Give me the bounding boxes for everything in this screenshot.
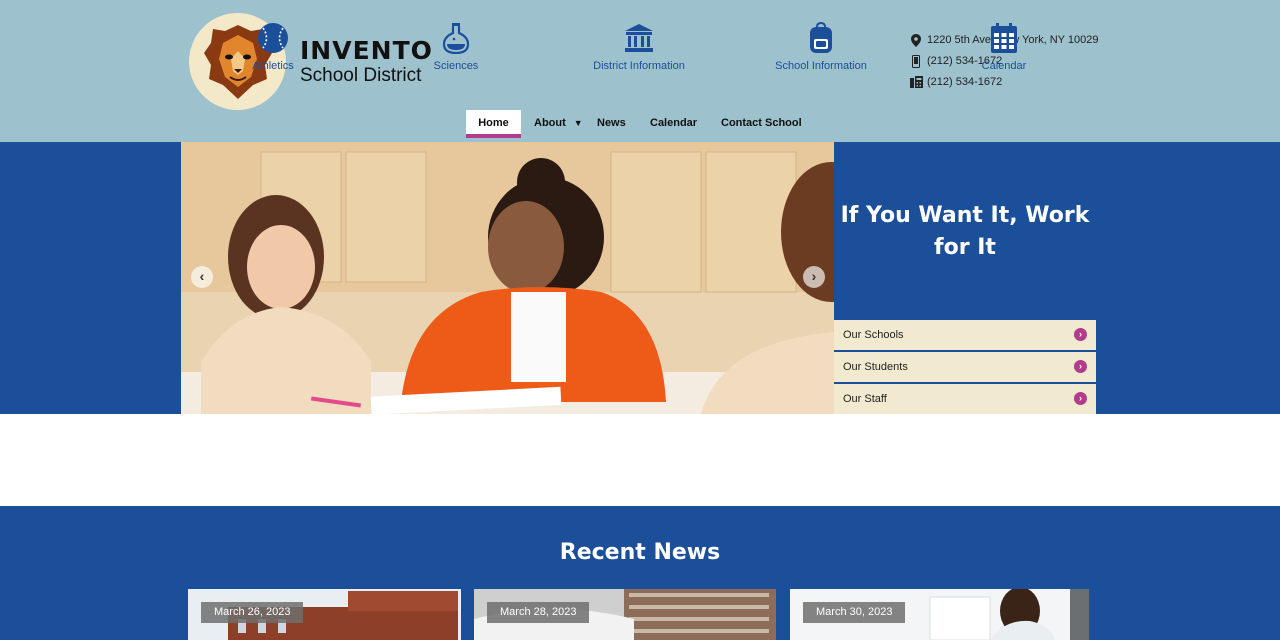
quick-icon-athletics[interactable]: Athletics: [203, 22, 343, 72]
chevron-down-icon: ▼: [573, 118, 583, 128]
quick-icon-sciences[interactable]: Sciences: [386, 22, 526, 72]
news-date-badge: March 28, 2023: [487, 602, 590, 623]
quick-icon-label: Sciences: [433, 60, 479, 72]
map-pin-icon: [909, 33, 923, 47]
calendar-icon: [991, 23, 1017, 53]
chevron-right-circle-icon: ›: [1074, 392, 1087, 405]
quick-icon-calendar[interactable]: Calendar: [934, 22, 1074, 72]
nav-calendar[interactable]: Calendar: [650, 110, 697, 138]
news-date-badge: March 26, 2023: [201, 602, 304, 623]
fax-icon: [909, 75, 923, 89]
slider-prev-button[interactable]: ‹: [191, 266, 213, 288]
baseball-icon: [258, 23, 288, 53]
backpack-icon: [810, 22, 832, 53]
quick-link-our-students[interactable]: Our Students ›: [834, 352, 1096, 382]
nav-about[interactable]: About ▼: [534, 110, 583, 138]
news-card[interactable]: March 26, 2023: [188, 589, 461, 640]
quick-icon-label: School Information: [775, 60, 867, 72]
quick-link-label: Our Schools: [843, 329, 904, 341]
quick-icon-label: Athletics: [252, 60, 294, 72]
nav-about-label: About: [534, 117, 566, 129]
fax-text: (212) 534-1672: [927, 76, 1003, 88]
recent-news-heading: Recent News: [559, 540, 721, 565]
news-date-badge: March 30, 2023: [803, 602, 906, 623]
quick-link-label: Our Staff: [843, 393, 887, 405]
chevron-right-circle-icon: ›: [1074, 328, 1087, 341]
quick-link-our-schools[interactable]: Our Schools ›: [834, 320, 1096, 350]
mobile-phone-icon: [909, 54, 923, 68]
quick-icons-row: [0, 414, 1280, 506]
quick-link-our-staff[interactable]: Our Staff ›: [834, 384, 1096, 414]
building-columns-icon: [625, 24, 653, 52]
hero-slide-image: [181, 142, 834, 414]
news-card[interactable]: March 28, 2023: [474, 589, 776, 640]
news-card[interactable]: March 30, 2023: [790, 589, 1089, 640]
hero-heading: If You Want It, Work for It: [840, 203, 1090, 260]
quick-icon-label: District Information: [593, 60, 685, 72]
quick-icon-district-information[interactable]: District Information: [569, 22, 709, 72]
quick-link-label: Our Students: [843, 361, 908, 373]
contact-fax: (212) 534-1672: [909, 75, 1002, 89]
chevron-right-circle-icon: ›: [1074, 360, 1087, 373]
quick-icon-label: Calendar: [981, 60, 1027, 72]
nav-home[interactable]: Home: [466, 110, 521, 138]
nav-contact-school[interactable]: Contact School: [721, 110, 802, 138]
nav-news[interactable]: News: [597, 110, 626, 138]
slider-next-button[interactable]: ›: [803, 266, 825, 288]
quick-icon-school-information[interactable]: School Information: [751, 22, 891, 72]
flask-icon: [442, 23, 470, 54]
